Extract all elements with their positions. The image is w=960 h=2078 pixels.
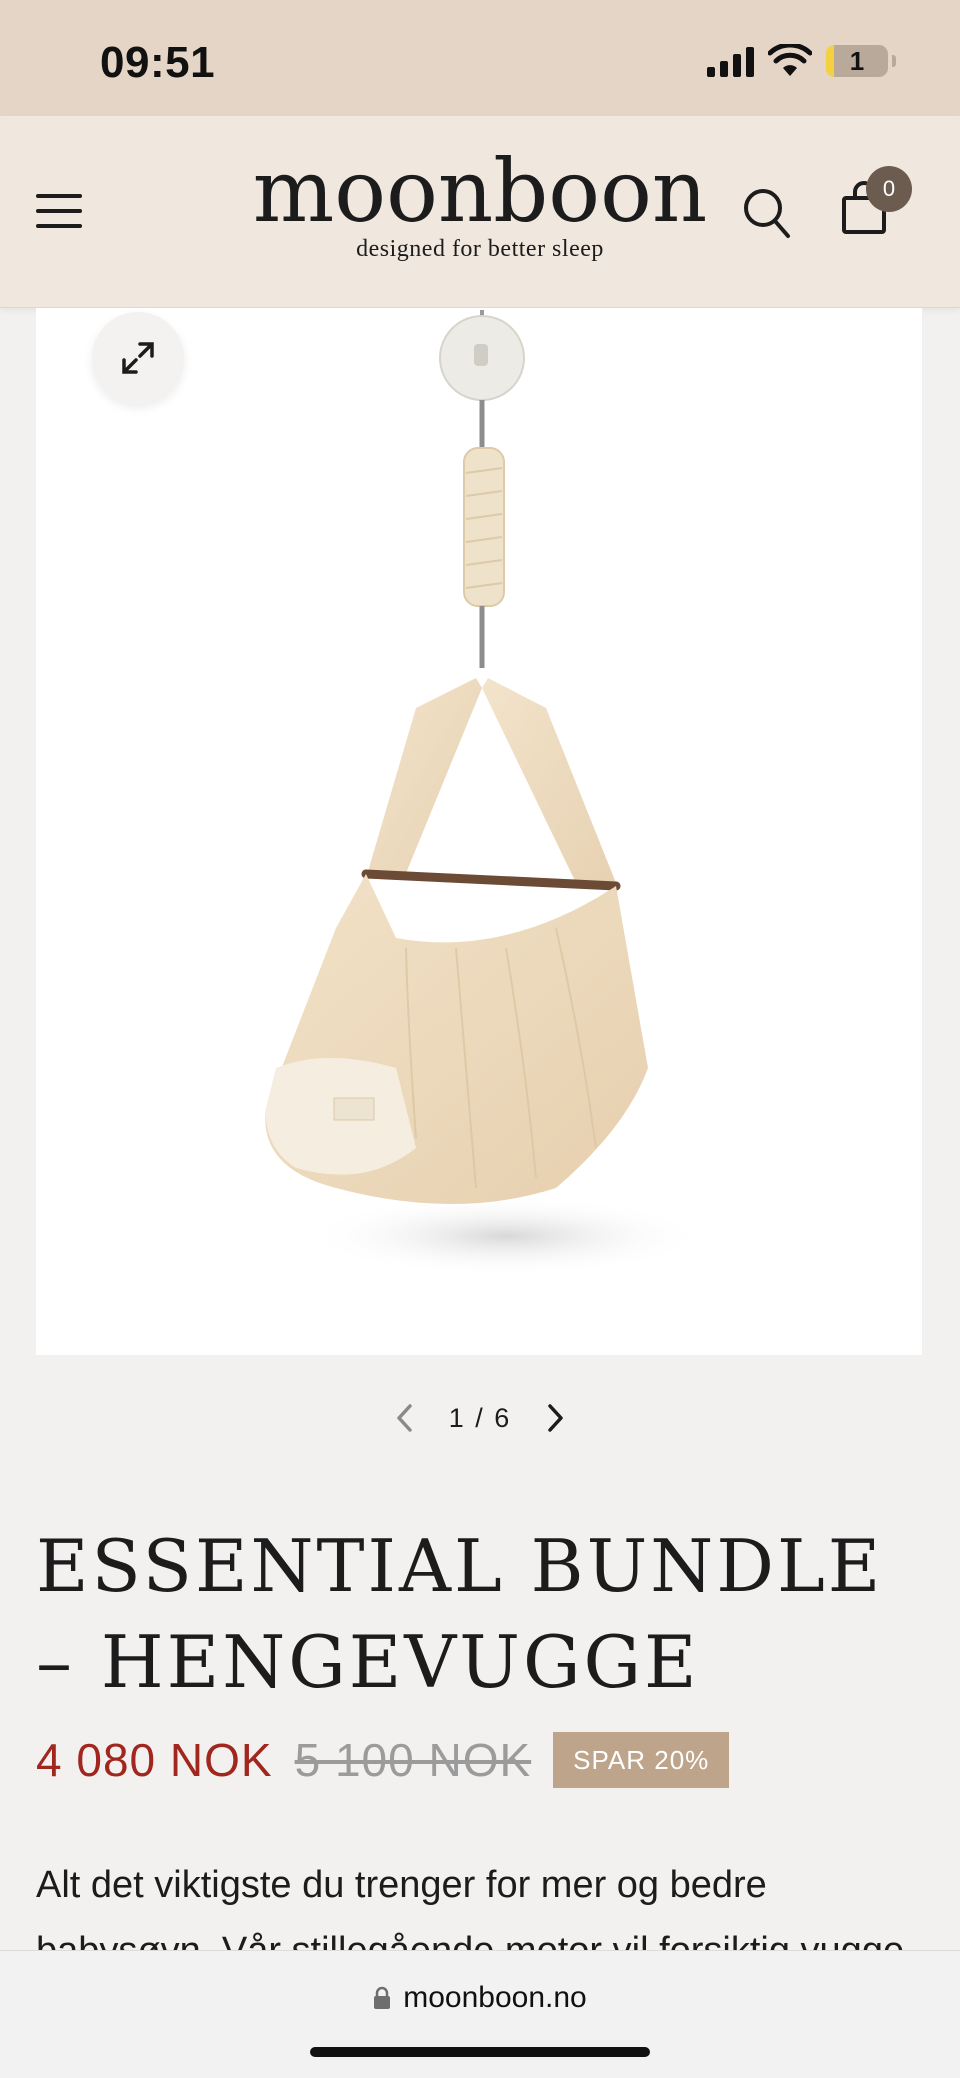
gallery-pagination: 1 / 6 [0, 1396, 960, 1440]
product-title: ESSENTIAL BUNDLE – HENGEVUGGE [36, 1524, 884, 1704]
previous-image-button[interactable] [389, 1398, 419, 1438]
search-icon[interactable] [742, 186, 792, 240]
status-bar: 09:51 1 [0, 0, 960, 116]
battery-icon: 1 [826, 45, 888, 77]
browser-bottom-bar: moonboon.no [0, 1950, 960, 2078]
gallery-current: 1 [448, 1402, 466, 1433]
status-time: 09:51 [100, 38, 216, 87]
battery-level: 1 [849, 45, 865, 76]
gallery-counter: 1 / 6 [449, 1403, 512, 1434]
expand-image-button[interactable] [92, 312, 184, 404]
discount-badge: SPAR 20% [553, 1732, 730, 1788]
signal-icon [707, 45, 754, 77]
site-logo[interactable]: moonboon designed for better sleep [250, 144, 710, 263]
lock-icon [374, 1986, 391, 2009]
chevron-left-icon [396, 1404, 412, 1432]
menu-icon[interactable] [36, 194, 82, 228]
home-indicator [310, 2047, 650, 2057]
url-text: moonboon.no [403, 1981, 587, 2014]
hanging-cradle-image [265, 309, 706, 1276]
price-row: 4 080 NOK 5 100 NOK SPAR 20% [36, 1730, 730, 1790]
next-image-button[interactable] [541, 1398, 571, 1438]
sale-price: 4 080 NOK [36, 1734, 273, 1786]
status-icons: 1 [707, 44, 896, 78]
expand-icon [122, 342, 154, 374]
logo-wordmark: moonboon [252, 142, 708, 242]
gallery-separator: / [475, 1402, 485, 1433]
gallery-total: 6 [494, 1402, 512, 1433]
site-header: moonboon designed for better sleep 0 [0, 116, 960, 308]
original-price: 5 100 NOK [294, 1734, 532, 1786]
battery-cap [892, 55, 896, 67]
product-image[interactable] [36, 308, 922, 1355]
address-bar[interactable]: moonboon.no [0, 1981, 960, 2015]
chevron-right-icon [548, 1404, 564, 1432]
wifi-icon [768, 44, 812, 76]
cart-count-badge[interactable]: 0 [866, 166, 912, 212]
